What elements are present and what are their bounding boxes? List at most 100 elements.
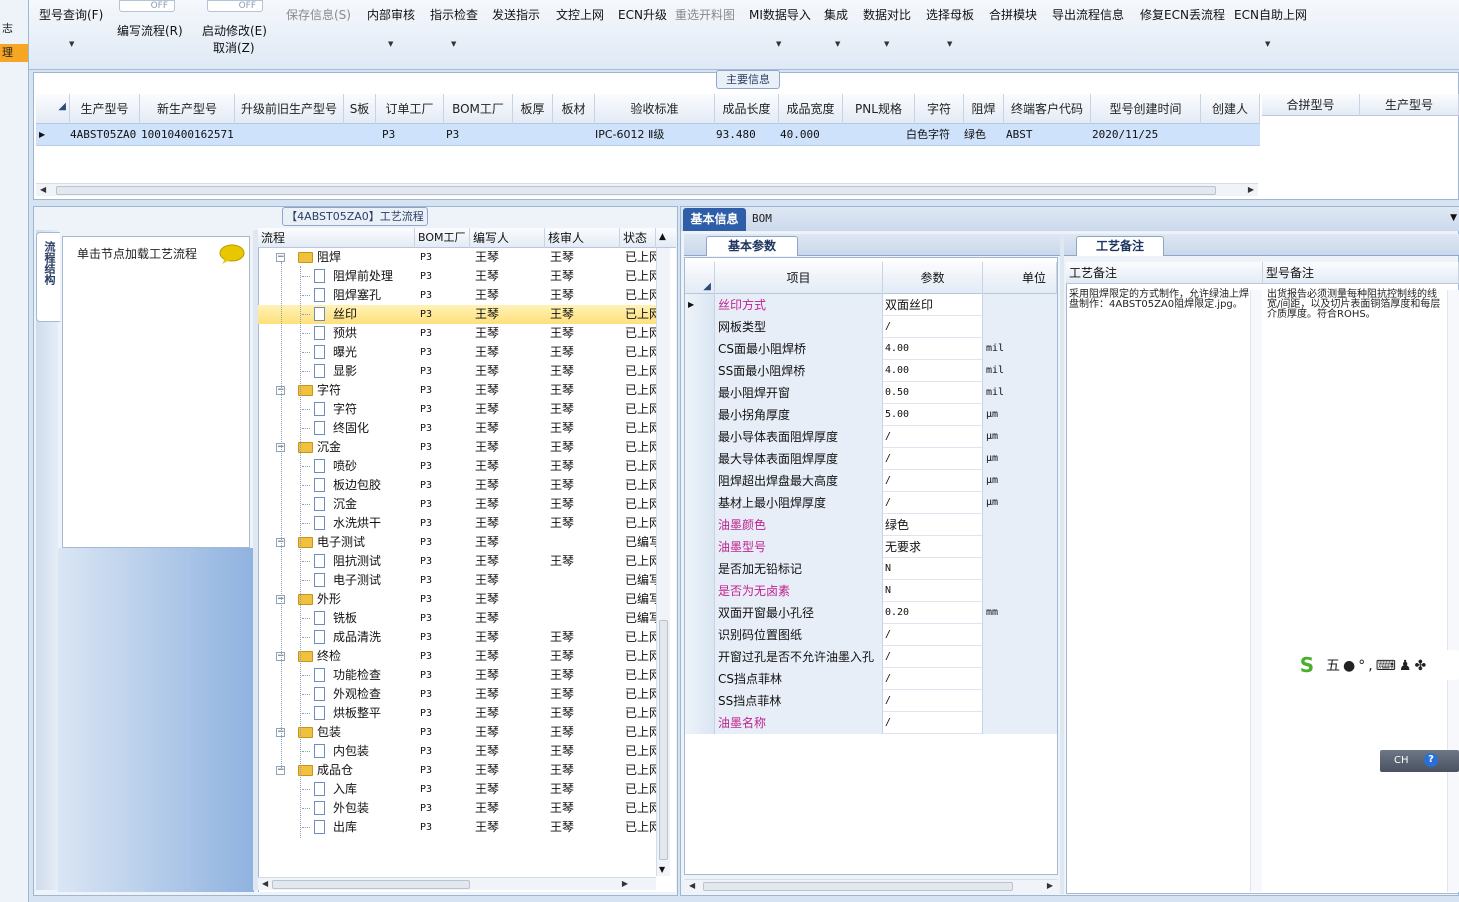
param-value[interactable]: 绿色 [883,514,983,536]
bom-factory-cell[interactable]: P3 [420,381,432,400]
ime-keyboard-icon[interactable]: ⌨ [1376,658,1399,674]
cancel-button[interactable]: 取消(Z) [213,39,255,56]
status-cell[interactable]: 已上网 [625,286,656,305]
column-header[interactable]: 参数 [883,262,983,294]
tree-row[interactable]: 字符 P3 王琴 王琴 已上网 [258,400,656,419]
writer-cell[interactable]: 王琴 [475,419,499,438]
table-cell[interactable]: 10010400162571 [141,124,234,146]
tree-row[interactable]: − 成品仓 P3 王琴 王琴 已上网 [258,761,656,780]
writer-cell[interactable]: 王琴 [475,647,499,666]
writer-cell[interactable]: 王琴 [475,761,499,780]
tree-row[interactable]: 曝光 P3 王琴 王琴 已上网 [258,343,656,362]
status-cell[interactable]: 已上网 [625,248,656,267]
dropdown-arrow-icon[interactable]: ▼ [451,40,456,48]
column-header[interactable]: 板厚 [513,94,553,124]
status-cell[interactable]: 已上网 [625,381,656,400]
save-info-button[interactable]: 保存信息(S) [286,6,351,23]
bom-factory-cell[interactable]: P3 [420,818,432,837]
row-selector[interactable] [685,712,715,734]
tree-node-label[interactable]: 曝光 [333,343,357,362]
column-header[interactable]: 验收标准 [595,94,715,124]
tree-node-label[interactable]: 阻焊前处理 [333,267,393,286]
writer-cell[interactable]: 王琴 [475,799,499,818]
reviewer-cell[interactable]: 王琴 [550,495,574,514]
row-selector[interactable] [685,558,715,580]
reviewer-cell[interactable]: 王琴 [550,514,574,533]
reviewer-cell[interactable]: 王琴 [550,761,574,780]
start-modify-toggle[interactable]: OFF [207,0,263,12]
row-selector[interactable] [685,536,715,558]
writer-cell[interactable]: 王琴 [475,343,499,362]
tree-node-label[interactable]: 丝印 [333,305,357,324]
process-note-text[interactable]: 采用阻焊限定的方式制作，允许绿油上焊盘制作：4ABST05ZA0阻焊限定.jpg… [1069,290,1249,310]
writer-cell[interactable]: 王琴 [475,286,499,305]
param-value[interactable]: / [883,492,983,514]
column-header[interactable]: BOM工厂 [415,228,470,248]
doc-control-online-button[interactable]: 文控上网 [556,6,604,23]
bom-factory-cell[interactable]: P3 [420,552,432,571]
bom-factory-cell[interactable]: P3 [420,438,432,457]
bom-factory-cell[interactable]: P3 [420,723,432,742]
left-strip-item-active[interactable]: 理 [0,44,28,62]
bom-factory-cell[interactable]: P3 [420,476,432,495]
param-value[interactable]: N [883,580,983,602]
writer-cell[interactable]: 王琴 [475,818,499,837]
tab-basic-params[interactable]: 基本参数 [706,236,798,256]
status-cell[interactable]: 已上网 [625,628,656,647]
dropdown-arrow-icon[interactable]: ▼ [388,40,393,48]
scroll-thumb[interactable] [272,880,470,889]
tree-node-label[interactable]: 外包装 [333,799,369,818]
tree-node-label[interactable]: 沉金 [333,495,357,514]
param-row[interactable]: 阻焊超出焊盘最大高度 / μm [685,470,1057,492]
param-value[interactable]: / [883,690,983,712]
bom-factory-cell[interactable]: P3 [420,799,432,818]
start-modify-button[interactable]: 启动修改(E) [202,22,267,39]
scroll-left-icon[interactable]: ◀ [262,878,268,890]
column-header[interactable]: 生产型号 [70,94,140,124]
status-cell[interactable]: 已上网 [625,704,656,723]
param-row[interactable]: 基材上最小阻焊厚度 / μm [685,492,1057,514]
status-cell[interactable]: 已上网 [625,799,656,818]
tree-node-label[interactable]: 沉金 [317,438,341,457]
writer-cell[interactable]: 王琴 [475,780,499,799]
tree-row[interactable]: 板边包胶 P3 王琴 王琴 已上网 [258,476,656,495]
param-row[interactable]: 是否加无铅标记 N [685,558,1057,580]
instruction-check-button[interactable]: 指示检查 [430,6,478,23]
tree-row[interactable]: 入库 P3 王琴 王琴 已上网 [258,780,656,799]
param-value[interactable]: / [883,624,983,646]
tree-node-label[interactable]: 喷砂 [333,457,357,476]
panel-splitter[interactable] [1060,234,1064,894]
data-compare-button[interactable]: 数据对比 [863,6,911,23]
scroll-up-icon[interactable]: ▲ [659,232,666,242]
status-cell[interactable]: 已上网 [625,723,656,742]
tree-node-label[interactable]: 板边包胶 [333,476,381,495]
note-vscrollbar[interactable] [1250,290,1262,892]
writer-cell[interactable]: 王琴 [475,609,499,628]
model-query-button[interactable]: 型号查询(F) [39,6,103,23]
bom-factory-cell[interactable]: P3 [420,761,432,780]
param-row[interactable]: 油墨型号 无要求 [685,536,1057,558]
tree-node-label[interactable]: 阻焊 [317,248,341,267]
left-strip-item[interactable]: 志 [0,20,28,38]
column-header[interactable]: 型号备注 [1263,262,1459,284]
chevron-down-icon[interactable]: ▼ [1450,213,1457,223]
row-selector[interactable] [685,690,715,712]
row-selector[interactable] [685,382,715,404]
column-header[interactable]: 终端客户代码 [1004,94,1091,124]
bom-factory-cell[interactable]: P3 [420,742,432,761]
tree-row[interactable]: 阻焊前处理 P3 王琴 王琴 已上网 [258,267,656,286]
reviewer-cell[interactable]: 王琴 [550,324,574,343]
bom-factory-cell[interactable]: P3 [420,609,432,628]
tree-node-label[interactable]: 字符 [333,400,357,419]
param-value[interactable]: 无要求 [883,536,983,558]
flow-tree-hscrollbar[interactable]: ◀ ▶ [258,877,656,890]
reviewer-cell[interactable]: 王琴 [550,818,574,837]
mi-data-import-button[interactable]: MI数据导入 [749,6,811,23]
reviewer-cell[interactable]: 王琴 [550,267,574,286]
dropdown-arrow-icon[interactable]: ▼ [776,40,781,48]
status-cell[interactable]: 已上网 [625,343,656,362]
param-row[interactable]: ▶ 丝印方式 双面丝印 [685,294,1057,316]
scroll-left-icon[interactable]: ◀ [689,880,695,892]
row-selector[interactable] [685,514,715,536]
writer-cell[interactable]: 王琴 [475,381,499,400]
